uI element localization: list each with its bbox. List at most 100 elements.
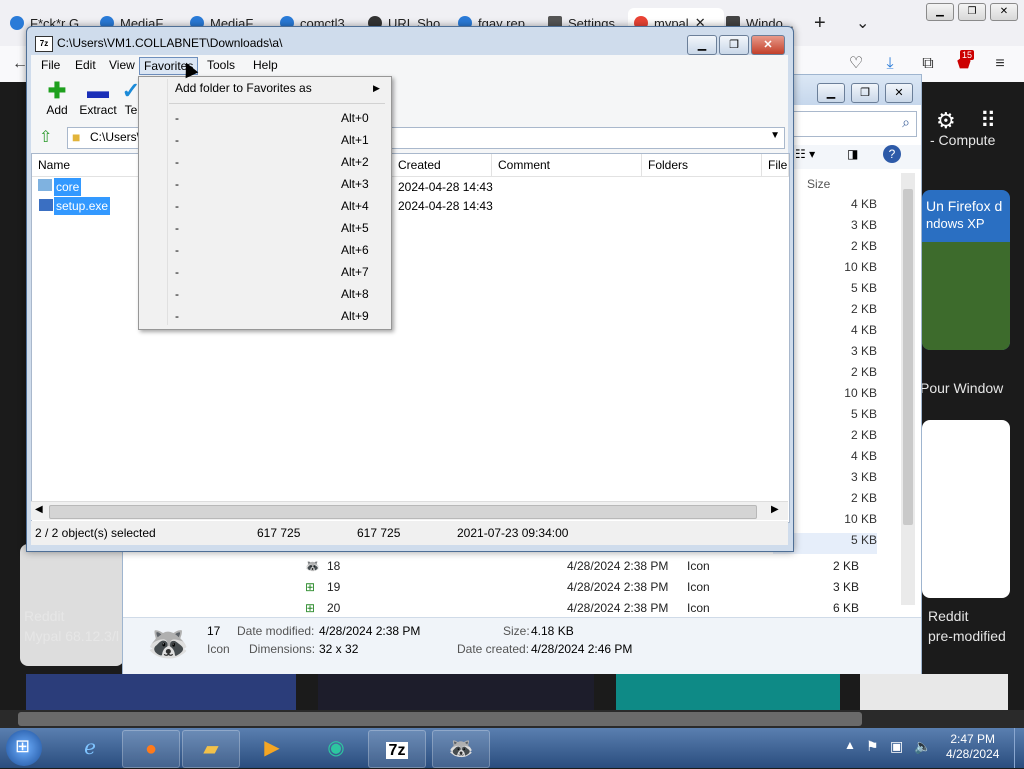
show-hidden-icons[interactable]: ▲	[844, 738, 856, 752]
raccoon-app-taskbar-button[interactable]: 🦝	[432, 730, 490, 768]
dropdown-arrow-icon[interactable]: ▼	[770, 130, 780, 141]
raccoon-icon: 🦝	[448, 738, 474, 760]
mypal-icon: ◉	[327, 737, 345, 759]
media-player-taskbar-button[interactable]: ▶	[244, 730, 300, 766]
up-folder-icon[interactable]: ⇧	[39, 127, 52, 147]
menu-item-favorite[interactable]: - Alt+3	[139, 173, 391, 195]
scroll-right-icon[interactable]: ▶	[771, 504, 779, 515]
explorer-close-button[interactable]: ✕	[885, 83, 913, 103]
scroll-thumb[interactable]	[49, 505, 757, 519]
thumbnail-strip-4[interactable]	[860, 674, 1008, 710]
file-name: core	[54, 178, 82, 196]
thumbnail-strip-1[interactable]	[26, 674, 296, 710]
menu-item-add-folder[interactable]: Add folder to Favorites as ▶	[139, 77, 391, 99]
left-card-label: Reddit	[24, 608, 65, 624]
browser-maximize-button[interactable]: ❐	[958, 3, 986, 21]
scrollbar-thumb[interactable]	[18, 712, 862, 726]
menu-item-favorite[interactable]: - Alt+0	[139, 107, 391, 129]
web-horizontal-scrollbar[interactable]	[0, 710, 1024, 728]
menu-item-favorite[interactable]: - Alt+8	[139, 283, 391, 305]
menu-item-label: -	[175, 133, 179, 147]
system-clock[interactable]: 2:47 PM 4/28/2024	[946, 732, 999, 762]
explorer-row[interactable]: ⊞ 20 4/28/2024 2:38 PM Icon 6 KB	[305, 601, 905, 615]
add-button[interactable]: ✚ Add	[35, 79, 79, 121]
menu-help[interactable]: Help	[249, 57, 282, 73]
detail-type: Icon	[207, 642, 230, 656]
menu-item-favorite[interactable]: - Alt+2	[139, 151, 391, 173]
preview-pane-icon[interactable]: ◨	[847, 147, 858, 161]
mypal-taskbar-button[interactable]: ◉	[308, 730, 364, 766]
action-center-flag-icon[interactable]: ⚑	[866, 738, 879, 755]
menu-item-favorite[interactable]: - Alt+6	[139, 239, 391, 261]
col-files[interactable]: File	[762, 154, 789, 176]
col-folders[interactable]: Folders	[642, 154, 762, 176]
download-icon[interactable]: ⤓	[880, 54, 900, 74]
menu-edit[interactable]: Edit	[71, 57, 100, 73]
show-desktop-button[interactable]	[1014, 728, 1024, 768]
raccoon-thumbnail-icon: 🦝	[147, 625, 190, 663]
menu-tools[interactable]: Tools	[203, 57, 239, 73]
menu-file[interactable]: File	[37, 57, 64, 73]
row-date: 4/28/2024 2:38 PM	[567, 601, 669, 615]
help-icon[interactable]: ?	[883, 145, 901, 163]
pocket-icon[interactable]: ♡	[846, 54, 866, 74]
thumbnail-strip-2[interactable]	[318, 674, 594, 710]
minus-icon: ▬	[87, 78, 109, 103]
extensions-icon[interactable]: ⧉	[918, 54, 938, 74]
view-options-icon[interactable]: ☷ ▾	[795, 147, 815, 161]
explorer-scroll-thumb[interactable]	[903, 189, 913, 525]
menu-item-favorite[interactable]: - Alt+1	[139, 129, 391, 151]
menu-item-favorite[interactable]: - Alt+4	[139, 195, 391, 217]
ie-taskbar-button[interactable]: ℯ	[62, 730, 118, 766]
browser-minimize-button[interactable]: ▁	[926, 3, 954, 21]
menu-icon[interactable]: ≡	[990, 54, 1010, 74]
sevenzip-app-icon[interactable]: 7z	[35, 36, 53, 52]
extract-button[interactable]: ▬ Extract	[75, 79, 121, 121]
close-button[interactable]: ✕	[751, 35, 785, 55]
left-card-image[interactable]	[20, 544, 124, 666]
explorer-row[interactable]: 🦝 18 4/28/2024 2:38 PM Icon 2 KB	[305, 559, 905, 580]
explorer-search-box[interactable]: ⌕	[791, 111, 917, 137]
left-card-title[interactable]: Mypal 68.12.3/l	[24, 628, 119, 644]
promo-line-2: ndows XP	[926, 216, 985, 231]
menu-bar: File Edit View Favorites Tools Help	[31, 55, 788, 75]
menu-item-favorite[interactable]: - Alt+9	[139, 305, 391, 327]
gear-icon[interactable]: ⚙	[936, 108, 956, 134]
explorer-row[interactable]: ⊞ 19 4/28/2024 2:38 PM Icon 3 KB	[305, 580, 905, 601]
ublock-badge: 15	[960, 50, 975, 60]
detail-dimensions: 32 x 32	[319, 642, 359, 656]
menu-item-favorite[interactable]: - Alt+7	[139, 261, 391, 283]
menu-view[interactable]: View	[105, 57, 139, 73]
explorer-minimize-button[interactable]: ▁	[817, 83, 845, 103]
col-comment[interactable]: Comment	[492, 154, 642, 176]
right-promo-card[interactable]: Un Firefox d ndows XP	[922, 190, 1010, 350]
menu-item-shortcut: Alt+8	[341, 287, 369, 301]
apps-grid-icon[interactable]: ⠿	[980, 108, 996, 134]
volume-muted-icon[interactable]: 🔈	[914, 738, 931, 755]
explorer-taskbar-button[interactable]: ▰	[182, 730, 240, 768]
browser-close-button[interactable]: ✕	[990, 3, 1018, 21]
firefox-taskbar-button[interactable]: ●	[122, 730, 180, 768]
horizontal-scrollbar[interactable]: ◀ ▶	[31, 501, 788, 520]
tab-list-button[interactable]: ⌄	[856, 8, 872, 38]
maximize-button[interactable]: ❐	[719, 35, 749, 55]
menu-item-label: -	[175, 199, 179, 213]
row-size: 6 KB	[833, 601, 860, 615]
status-size: 617 725	[257, 526, 301, 540]
size-column-header[interactable]: Size	[807, 177, 897, 197]
explorer-vertical-scrollbar[interactable]	[901, 173, 915, 605]
right-card-image[interactable]	[922, 420, 1010, 598]
menu-item-favorite[interactable]: - Alt+5	[139, 217, 391, 239]
explorer-maximize-button[interactable]: ❐	[851, 83, 879, 103]
minimize-button[interactable]: ▁	[687, 35, 717, 55]
col-created[interactable]: Created	[392, 154, 492, 176]
icon-file-icon: 🦝	[305, 559, 320, 573]
scroll-left-icon[interactable]: ◀	[35, 504, 43, 515]
start-button[interactable]: ⊞	[6, 730, 42, 766]
network-icon[interactable]: ▣	[890, 738, 903, 755]
thumbnail-strip-3[interactable]	[616, 674, 840, 710]
search-icon[interactable]: ⌕	[902, 114, 910, 131]
right-card-title[interactable]: pre-modified	[928, 628, 1006, 644]
sevenzip-taskbar-button[interactable]: 7z	[368, 730, 426, 768]
new-tab-button[interactable]: +	[814, 8, 834, 38]
